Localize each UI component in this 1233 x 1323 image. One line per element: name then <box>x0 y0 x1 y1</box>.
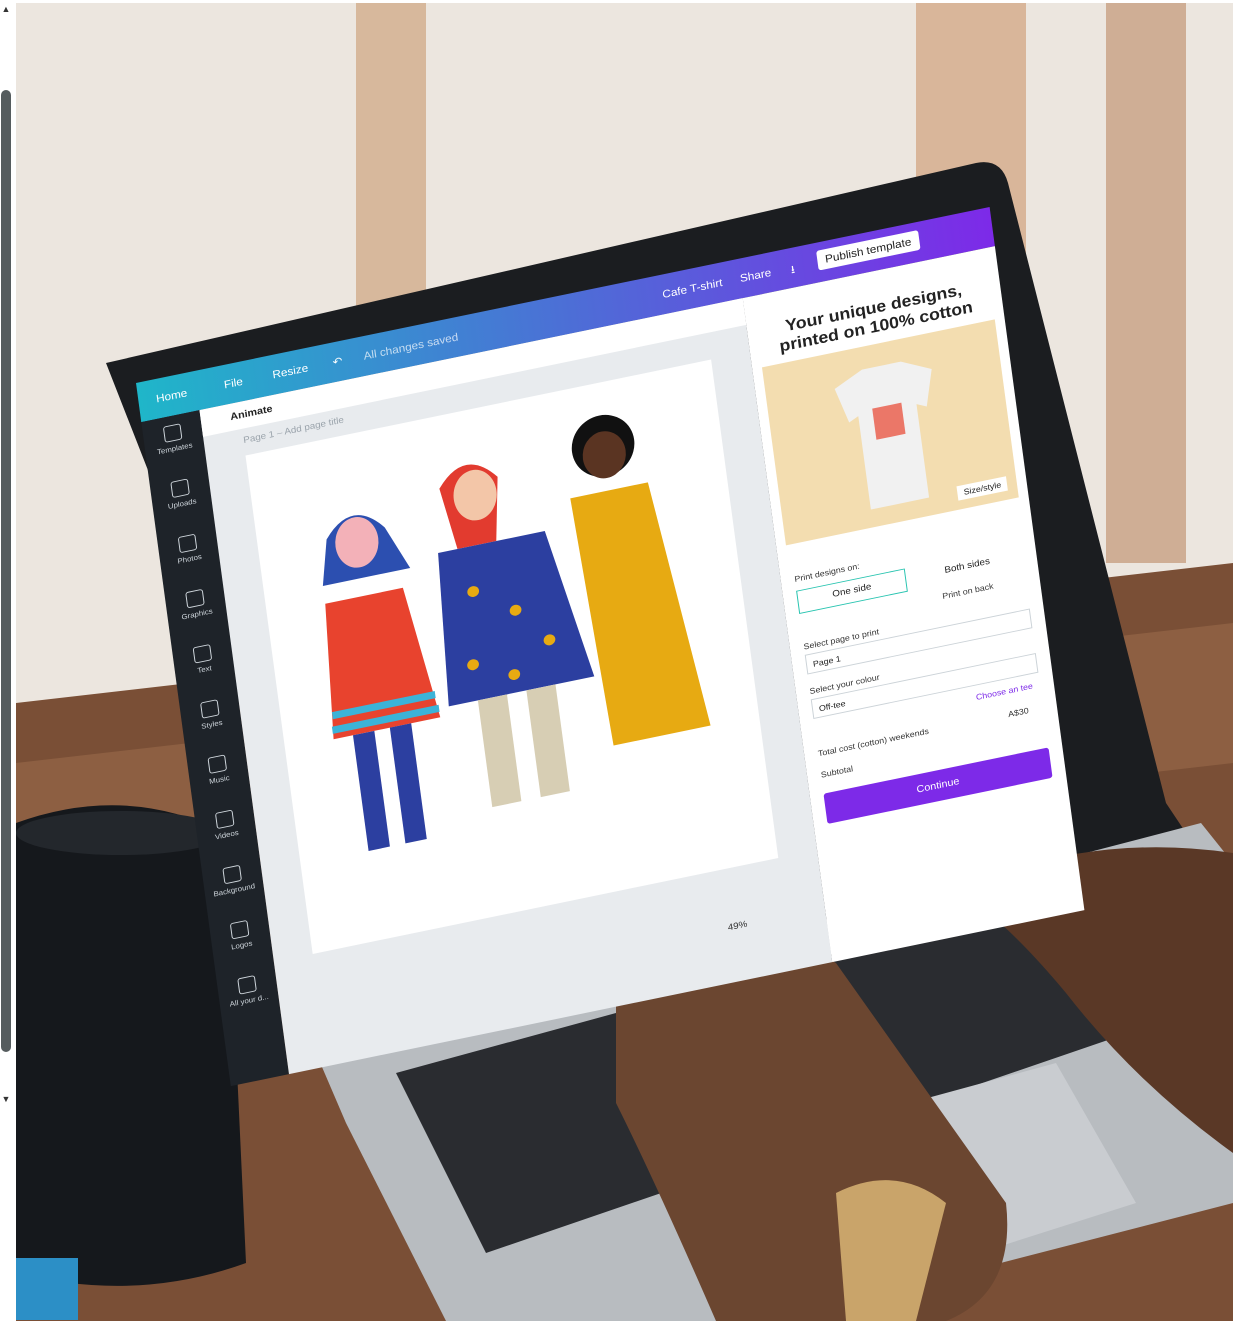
tshirt-product-image: Size/style <box>761 319 1019 546</box>
text-icon <box>192 643 213 664</box>
share-button[interactable]: Share <box>739 266 772 285</box>
tshirt-photo <box>834 361 932 510</box>
sidebar-item-label: Music <box>208 773 231 786</box>
scrollbar-thumb[interactable] <box>1 90 11 1052</box>
videos-icon <box>214 809 235 830</box>
sidebar-item-music[interactable]: Music <box>186 741 251 805</box>
animate-button[interactable]: Animate <box>230 403 274 422</box>
colour-link[interactable]: Choose an tee <box>975 681 1033 702</box>
folder-icon <box>237 975 257 995</box>
total-cost-label: Total cost (cotton) weekends <box>817 726 930 759</box>
sidebar-item-styles[interactable]: Styles <box>178 686 243 750</box>
sidebar-item-label: Templates <box>156 440 193 457</box>
undo-icon[interactable]: ↶ <box>332 354 343 368</box>
laptop-photo: Home File Resize ↶ All changes saved Caf… <box>16 3 1233 1321</box>
window-scrollbar[interactable]: ▲ ▼ <box>0 0 14 1110</box>
sidebar-item-label: Logos <box>230 939 253 952</box>
sidebar-item-label: Videos <box>214 828 240 842</box>
file-menu[interactable]: File <box>223 375 243 391</box>
figure-red-dress <box>322 515 441 851</box>
sidebar-item-graphics[interactable]: Graphics <box>164 576 229 640</box>
sidebar-item-label: Graphics <box>181 606 214 622</box>
sidebar-item-videos[interactable]: Videos <box>193 796 258 860</box>
subtotal-label: Subtotal <box>820 764 854 780</box>
save-status: All changes saved <box>362 330 460 363</box>
sidebar-item-text[interactable]: Text <box>171 631 236 695</box>
design-canvas-area: Animate Page 1 – Add page title 49% <box>199 298 833 1075</box>
sidebar-item-all-designs[interactable]: All your d... <box>216 962 281 1026</box>
sidebar-item-background[interactable]: Background <box>201 852 266 916</box>
sidebar-item-label: Styles <box>200 718 224 731</box>
zoom-level[interactable]: 49% <box>727 919 748 933</box>
design-page[interactable] <box>245 359 779 954</box>
illustration-three-women <box>322 414 711 851</box>
continue-button[interactable]: Continue <box>823 747 1053 825</box>
sidebar-item-photos[interactable]: Photos <box>156 521 221 585</box>
uploads-icon <box>170 478 190 499</box>
photos-icon <box>177 533 198 554</box>
sidebar-item-logos[interactable]: Logos <box>208 907 273 971</box>
window-frame-right <box>1106 3 1186 563</box>
download-icon[interactable]: ⭳ <box>790 261 797 281</box>
document-title[interactable]: Cafe T-shirt <box>662 276 724 301</box>
figure-yellow-dress <box>570 414 711 746</box>
sidebar-item-label: Text <box>196 663 213 675</box>
sidebar-item-uploads[interactable]: Uploads <box>149 465 214 529</box>
music-icon <box>207 754 228 774</box>
logos-icon <box>229 919 250 940</box>
templates-icon <box>162 423 183 443</box>
graphics-icon <box>185 588 205 609</box>
sidebar-item-templates[interactable]: Templates <box>141 410 206 474</box>
sidebar-item-label: Photos <box>177 552 203 566</box>
background-icon <box>222 864 242 885</box>
sidebar-item-label: Uploads <box>167 496 197 511</box>
resize-button[interactable]: Resize <box>272 361 309 381</box>
sidebar-item-label: Background <box>213 881 256 899</box>
styles-icon <box>200 699 220 719</box>
scroll-up-arrow-icon[interactable]: ▲ <box>0 4 12 14</box>
sidebar-item-label: All your d... <box>229 992 270 1009</box>
total-cost-value: A$30 <box>1007 705 1030 719</box>
print-on-back-label: Print on back <box>941 581 994 601</box>
both-sides-option[interactable]: Both sides <box>913 545 1023 588</box>
home-button[interactable]: Home <box>155 386 188 405</box>
blue-corner-block <box>16 1258 78 1320</box>
scroll-down-arrow-icon[interactable]: ▼ <box>0 1094 12 1104</box>
